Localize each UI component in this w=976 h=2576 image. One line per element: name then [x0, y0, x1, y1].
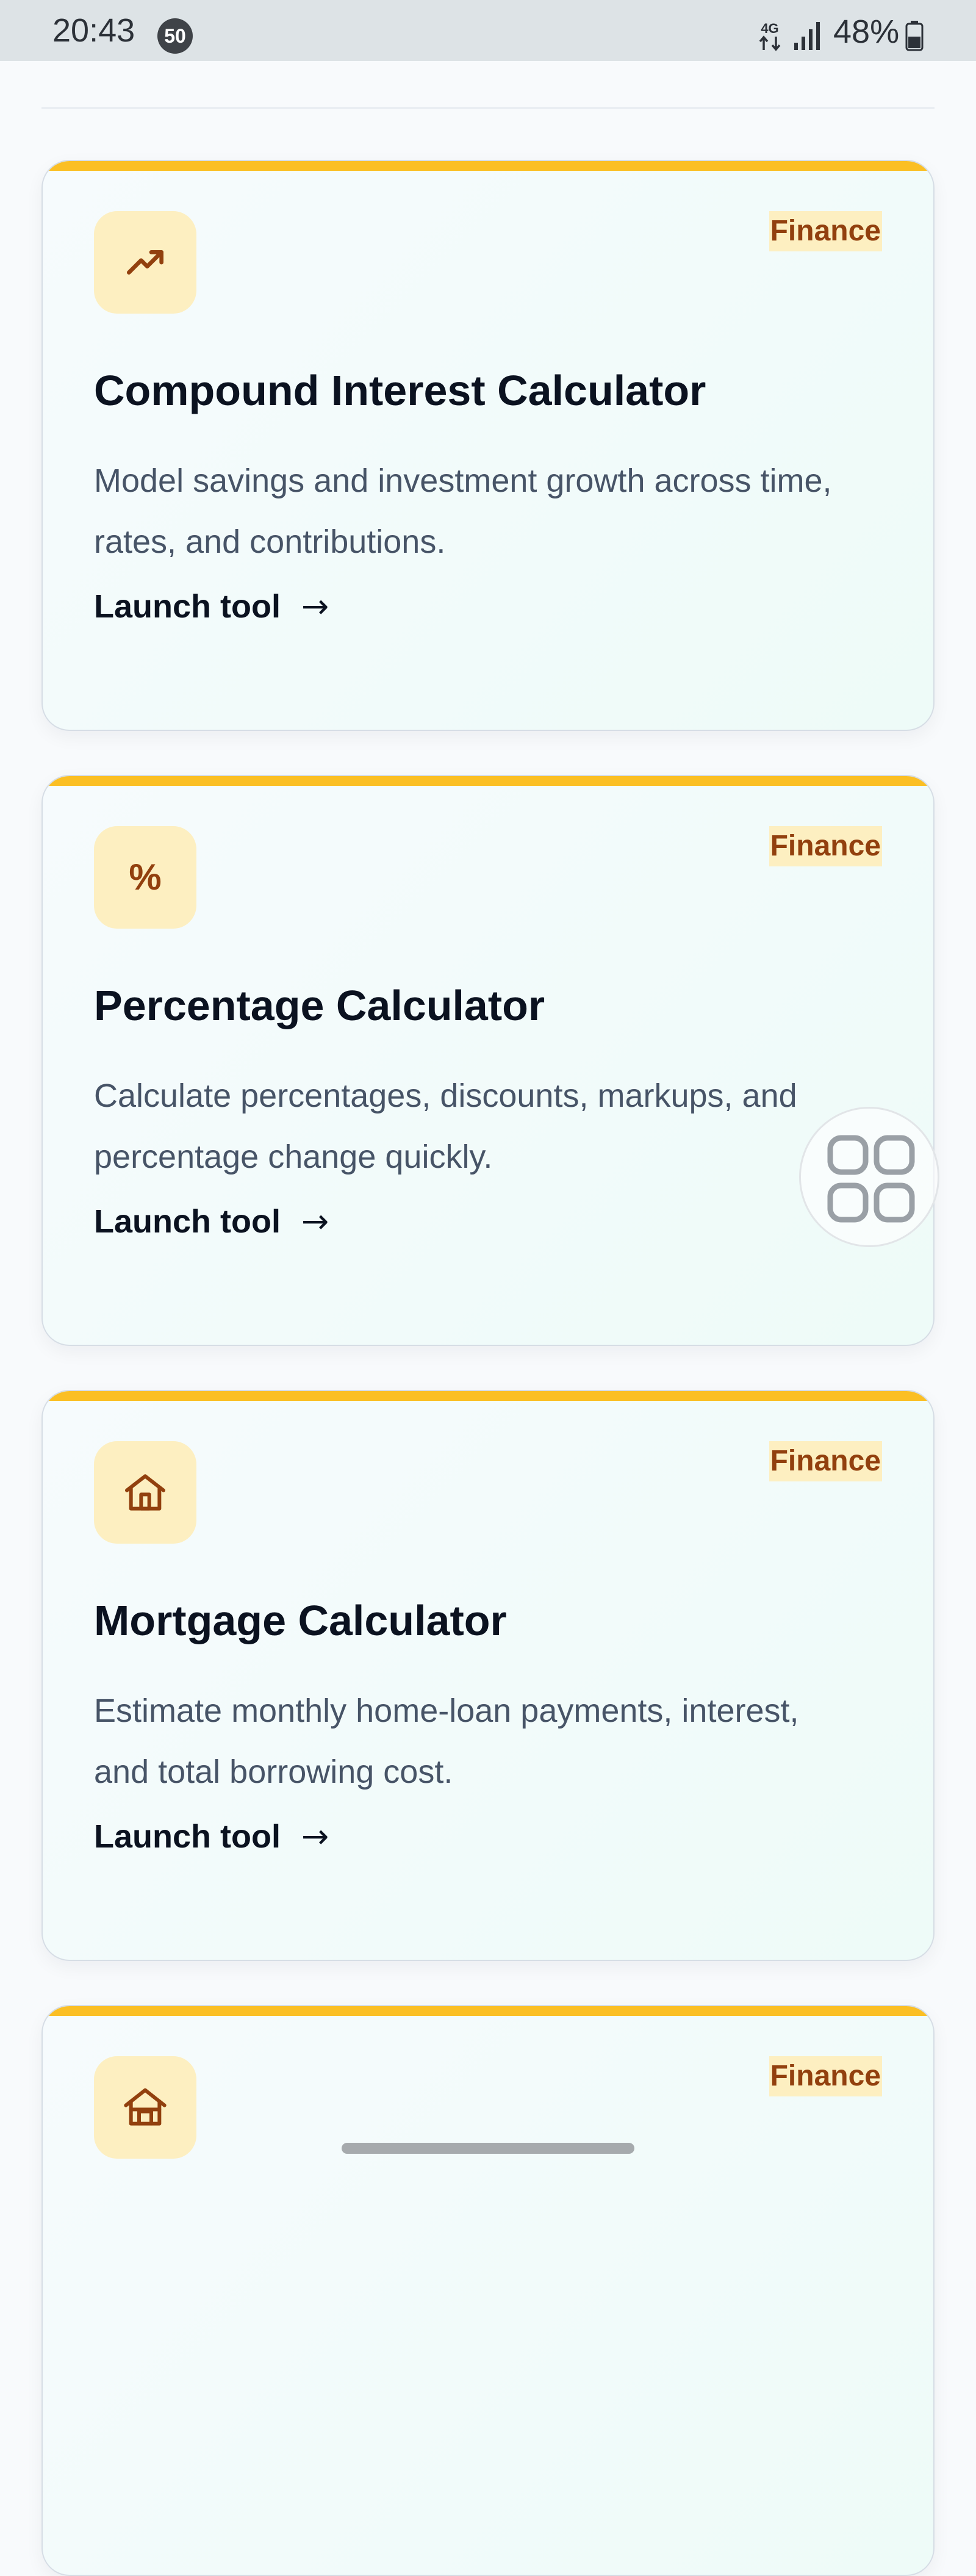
- battery-percentage: 48%: [833, 13, 900, 50]
- card-title: Mortgage Calculator: [94, 1597, 507, 1644]
- card-description: Estimate monthly home-loan payments, int…: [94, 1693, 799, 1790]
- notification-count-badge: 50: [157, 18, 193, 54]
- launch-tool-label: Launch tool: [94, 1203, 281, 1240]
- trending-up-icon: [127, 250, 163, 275]
- launch-tool-link[interactable]: Launch tool →: [94, 1817, 329, 1856]
- launch-tool-link[interactable]: Launch tool →: [94, 1202, 329, 1241]
- card-accent-bar: [43, 2006, 933, 2016]
- arrow-right-icon: →: [301, 587, 329, 625]
- card-icon-tile: [94, 1441, 196, 1544]
- category-badge: Finance: [769, 211, 882, 251]
- house-icon: [124, 2088, 167, 2126]
- launch-tool-link[interactable]: Launch tool →: [94, 587, 329, 626]
- card-accent-bar: [43, 1391, 933, 1401]
- floating-apps-button[interactable]: [799, 1107, 939, 1247]
- category-badge: Finance: [769, 2056, 882, 2096]
- tool-card-mortgage[interactable]: Finance Mortgage Calculator Estimate mon…: [41, 1390, 935, 1961]
- svg-text:4G: 4G: [761, 21, 778, 36]
- launch-tool-label: Launch tool: [94, 588, 281, 625]
- top-divider: [41, 107, 935, 109]
- card-icon-tile: [94, 211, 196, 314]
- tool-card-compound-interest[interactable]: Finance Compound Interest Calculator Mod…: [41, 160, 935, 731]
- card-description: Calculate percentages, discounts, markup…: [94, 1078, 797, 1175]
- percent-icon: %: [129, 857, 162, 898]
- battery-icon: [905, 21, 924, 51]
- launch-tool-label: Launch tool: [94, 1818, 281, 1855]
- category-badge: Finance: [769, 826, 882, 866]
- arrow-right-icon: →: [301, 1202, 329, 1240]
- category-badge: Finance: [769, 1441, 882, 1481]
- card-icon-tile: [94, 2056, 196, 2159]
- apps-grid-icon: [827, 1135, 915, 1223]
- card-accent-bar: [43, 161, 933, 171]
- signal-strength-icon: [794, 22, 820, 50]
- tool-card-percentage[interactable]: % Finance Percentage Calculator Calculat…: [41, 775, 935, 1346]
- tool-card-partial[interactable]: Finance: [41, 2005, 935, 2576]
- card-title: Percentage Calculator: [94, 982, 545, 1029]
- card-title: Compound Interest Calculator: [94, 367, 706, 414]
- card-description: Model savings and investment growth acro…: [94, 462, 832, 560]
- network-4g-icon: 4G: [759, 21, 781, 51]
- status-bar: 20:43 50 4G 48%: [0, 0, 976, 61]
- card-icon-tile: %: [94, 826, 196, 929]
- status-time: 20:43: [52, 12, 135, 49]
- home-icon: [125, 1474, 165, 1511]
- home-indicator[interactable]: [342, 2143, 634, 2154]
- card-accent-bar: [43, 776, 933, 786]
- arrow-right-icon: →: [301, 1817, 329, 1855]
